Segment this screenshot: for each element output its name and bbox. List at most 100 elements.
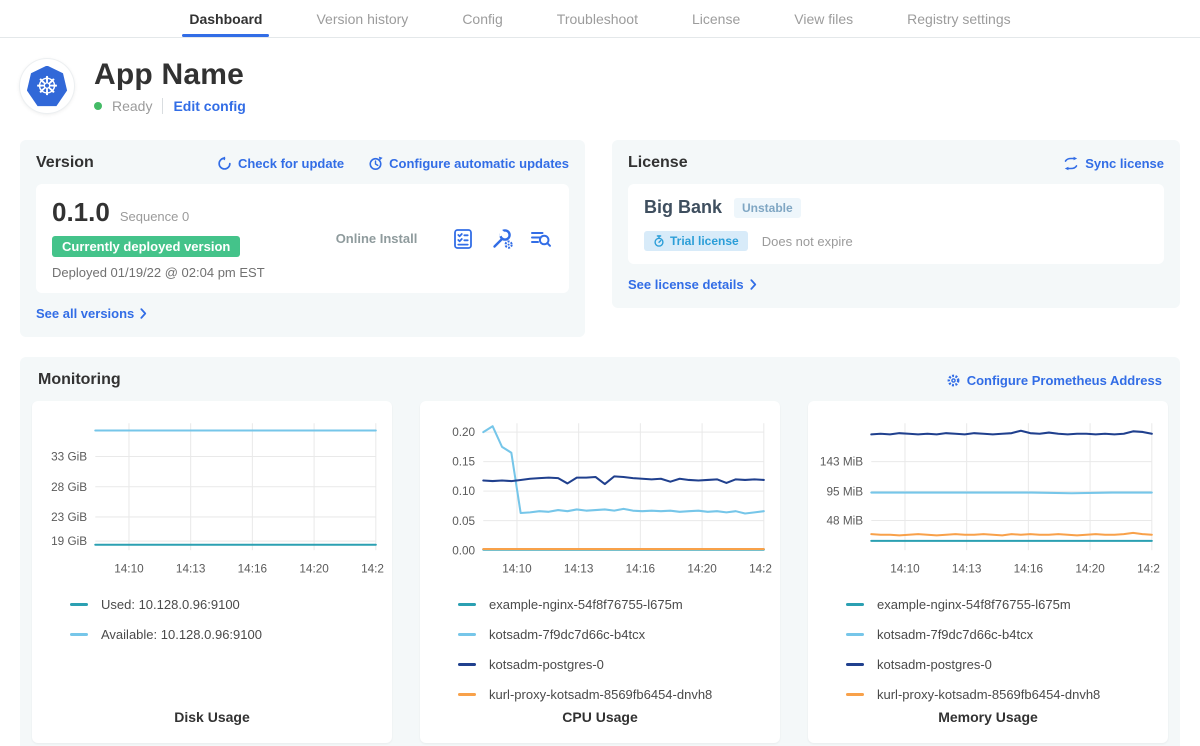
legend-swatch	[70, 603, 88, 606]
svg-text:14:20: 14:20	[299, 563, 329, 576]
stopwatch-icon	[653, 235, 665, 247]
page-title: App Name	[94, 58, 246, 92]
see-license-details-link[interactable]: See license details	[628, 277, 757, 292]
legend-label: Used: 10.128.0.96:9100	[101, 597, 240, 612]
chevron-right-icon	[140, 308, 147, 319]
swap-arrows-icon	[1063, 156, 1079, 171]
svg-text:14:20: 14:20	[1075, 563, 1105, 576]
deployed-timestamp: Deployed 01/19/22 @ 02:04 pm EST	[52, 265, 265, 280]
legend-swatch	[846, 603, 864, 606]
edit-config-wrench-icon[interactable]	[490, 227, 514, 251]
tab-dashboard[interactable]: Dashboard	[189, 0, 262, 37]
refresh-icon	[217, 156, 232, 171]
svg-text:0.05: 0.05	[452, 515, 475, 528]
version-number: 0.1.0	[52, 197, 110, 228]
svg-text:14:13: 14:13	[176, 563, 206, 576]
gear-icon	[946, 373, 961, 388]
svg-text:95 MiB: 95 MiB	[826, 485, 863, 498]
chevron-right-icon	[750, 279, 757, 290]
svg-text:14:16: 14:16	[238, 563, 268, 576]
legend-label: Available: 10.128.0.96:9100	[101, 627, 262, 642]
disk-usage-card: 33 GiB28 GiB23 GiB19 GiB14:1014:1314:161…	[32, 401, 392, 743]
legend-label: kotsadm-7f9dc7d66c-b4tcx	[489, 627, 645, 642]
version-sequence: Sequence 0	[120, 209, 189, 224]
license-card: License Sync license Big Bank Unstable T…	[612, 140, 1180, 308]
tab-view-files[interactable]: View files	[794, 0, 853, 37]
monitoring-title: Monitoring	[38, 371, 121, 389]
configure-automatic-updates-button[interactable]: Configure automatic updates	[368, 156, 569, 171]
legend-swatch	[458, 663, 476, 666]
svg-text:14:16: 14:16	[1014, 563, 1044, 576]
legend-item: kotsadm-7f9dc7d66c-b4tcx	[458, 627, 772, 642]
cpu-usage-chart[interactable]: 0.200.150.100.050.0014:1014:1314:1614:20…	[428, 413, 772, 585]
svg-text:143 MiB: 143 MiB	[820, 456, 863, 469]
status-badge: Ready	[112, 98, 152, 114]
legend-swatch	[458, 633, 476, 636]
svg-text:14:16: 14:16	[626, 563, 656, 576]
cpu-usage-card: 0.200.150.100.050.0014:1014:1314:1614:20…	[420, 401, 780, 743]
tab-config[interactable]: Config	[462, 0, 502, 37]
license-expiry: Does not expire	[762, 234, 853, 249]
svg-text:0.10: 0.10	[452, 485, 475, 498]
chart-legend: example-nginx-54f8f76755-l675m kotsadm-7f…	[846, 597, 1160, 702]
cpu-usage-title: CPU Usage	[428, 709, 772, 731]
tab-troubleshoot[interactable]: Troubleshoot	[557, 0, 638, 37]
see-all-versions-link[interactable]: See all versions	[36, 306, 147, 321]
svg-text:33 GiB: 33 GiB	[51, 451, 87, 464]
legend-swatch	[458, 603, 476, 606]
svg-text:14:10: 14:10	[890, 563, 920, 576]
edit-config-link[interactable]: Edit config	[173, 98, 245, 114]
trial-license-badge: Trial license	[644, 231, 748, 251]
svg-text:14:13: 14:13	[952, 563, 982, 576]
deploy-logs-icon[interactable]	[529, 227, 553, 251]
channel-badge: Unstable	[734, 198, 801, 218]
status-dot-icon	[94, 102, 102, 110]
top-nav: Dashboard Version history Config Trouble…	[0, 0, 1200, 38]
svg-text:0.20: 0.20	[452, 426, 475, 439]
legend-item: kotsadm-7f9dc7d66c-b4tcx	[846, 627, 1160, 642]
version-card-title: Version	[36, 154, 94, 172]
legend-item: Available: 10.128.0.96:9100	[70, 627, 384, 642]
tab-registry-settings[interactable]: Registry settings	[907, 0, 1010, 37]
svg-text:14:13: 14:13	[564, 563, 594, 576]
legend-swatch	[458, 693, 476, 696]
legend-label: kotsadm-postgres-0	[489, 657, 604, 672]
svg-text:0.00: 0.00	[452, 544, 475, 557]
sync-license-button[interactable]: Sync license	[1063, 156, 1164, 171]
preflight-checks-icon[interactable]	[451, 227, 475, 251]
svg-text:14:23: 14:23	[361, 563, 384, 576]
deployed-badge: Currently deployed version	[52, 236, 240, 257]
install-type-label: Online Install	[302, 231, 451, 246]
app-logo: ☸	[20, 59, 74, 113]
svg-text:28 GiB: 28 GiB	[51, 481, 87, 494]
legend-label: example-nginx-54f8f76755-l675m	[877, 597, 1071, 612]
memory-usage-card: 143 MiB 95 MiB 48 MiB 14:10 14:13 14:16 14:20 1…	[808, 401, 1168, 743]
chart-legend: Used: 10.128.0.96:9100 Available: 10.128.…	[70, 597, 384, 642]
svg-text:48 MiB: 48 MiB	[826, 515, 863, 528]
monitoring-section: Monitoring Configure Prometheus Address …	[20, 357, 1180, 746]
legend-item: kotsadm-postgres-0	[846, 657, 1160, 672]
svg-text:23 GiB: 23 GiB	[51, 511, 87, 524]
legend-swatch	[846, 633, 864, 636]
legend-swatch	[70, 633, 88, 636]
license-box: Big Bank Unstable Trial license Does not…	[628, 184, 1164, 264]
legend-label: example-nginx-54f8f76755-l675m	[489, 597, 683, 612]
charts-row: 33 GiB28 GiB23 GiB19 GiB14:1014:1314:161…	[32, 401, 1168, 743]
svg-text:0.15: 0.15	[452, 456, 475, 469]
legend-item: Used: 10.128.0.96:9100	[70, 597, 384, 612]
tab-version-history[interactable]: Version history	[316, 0, 408, 37]
version-card: Version Check for update Configure autom…	[20, 140, 585, 337]
kubernetes-wheel-icon: ☸	[27, 66, 68, 107]
memory-usage-title: Memory Usage	[816, 709, 1160, 731]
svg-text:14:23: 14:23	[1137, 563, 1160, 576]
check-for-update-button[interactable]: Check for update	[217, 156, 344, 171]
app-header: ☸ App Name Ready Edit config	[20, 58, 1180, 114]
disk-usage-chart[interactable]: 33 GiB28 GiB23 GiB19 GiB14:1014:1314:161…	[40, 413, 384, 585]
divider	[162, 98, 163, 114]
memory-usage-chart[interactable]: 143 MiB 95 MiB 48 MiB 14:10 14:13 14:16 14:20 1…	[816, 413, 1160, 585]
legend-item: kurl-proxy-kotsadm-8569fb6454-dnvh8	[846, 687, 1160, 702]
configure-prometheus-button[interactable]: Configure Prometheus Address	[946, 373, 1162, 388]
tab-license[interactable]: License	[692, 0, 740, 37]
legend-item: example-nginx-54f8f76755-l675m	[458, 597, 772, 612]
svg-text:14:10: 14:10	[114, 563, 144, 576]
